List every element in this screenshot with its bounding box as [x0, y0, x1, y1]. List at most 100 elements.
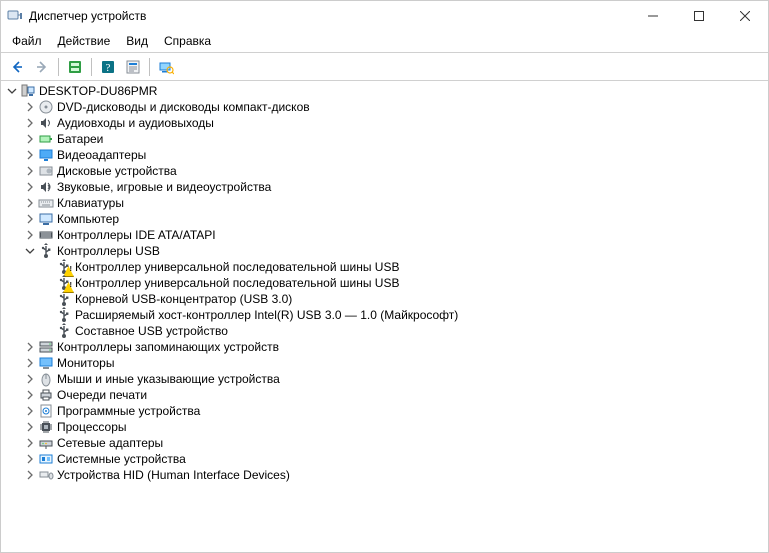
- close-button[interactable]: [722, 1, 768, 31]
- twisty-closed[interactable]: [23, 404, 37, 418]
- monitor-icon: [38, 355, 54, 371]
- twisty-closed[interactable]: [23, 356, 37, 370]
- tree-category-row[interactable]: Контроллеры USB: [23, 243, 768, 259]
- tree-device-label: Составное USB устройство: [75, 323, 228, 339]
- tree-category-label: Контроллеры USB: [57, 243, 160, 259]
- tree-category-row[interactable]: Дисковые устройства: [23, 163, 768, 179]
- tree-root: DESKTOP-DU86PMR DVD-дисководы и дисковод…: [5, 83, 768, 483]
- tree-device-row[interactable]: Корневой USB-концентратор (USB 3.0): [41, 291, 768, 307]
- tree-category-row[interactable]: Программные устройства: [23, 403, 768, 419]
- system-icon: [38, 451, 54, 467]
- tree-category: Аудиовходы и аудиовыходы: [23, 115, 768, 131]
- tree-category-label: Аудиовходы и аудиовыходы: [57, 115, 214, 131]
- tree-device-row[interactable]: Расширяемый хост-контроллер Intel(R) USB…: [41, 307, 768, 323]
- tree-category-row[interactable]: Клавиатуры: [23, 195, 768, 211]
- tree-category: Контроллеры IDE ATA/ATAPI: [23, 227, 768, 243]
- tree-category: Системные устройства: [23, 451, 768, 467]
- twisty-open[interactable]: [23, 244, 37, 258]
- tree-category-row[interactable]: Звуковые, игровые и видеоустройства: [23, 179, 768, 195]
- twisty-closed[interactable]: [23, 372, 37, 386]
- toolbar-properties-button[interactable]: [121, 56, 145, 78]
- twisty-closed[interactable]: [23, 388, 37, 402]
- toolbar-show-hidden-button[interactable]: [63, 56, 87, 78]
- tree-category-label: Звуковые, игровые и видеоустройства: [57, 179, 271, 195]
- twisty-closed[interactable]: [23, 340, 37, 354]
- tree-category: Видеоадаптеры: [23, 147, 768, 163]
- tree-device-row[interactable]: Составное USB устройство: [41, 323, 768, 339]
- toolbar-back-button[interactable]: [5, 56, 29, 78]
- tree-root-row[interactable]: DESKTOP-DU86PMR: [5, 83, 768, 99]
- menu-action[interactable]: Действие: [51, 33, 118, 49]
- twisty-closed[interactable]: [23, 228, 37, 242]
- tree-category-label: Контроллеры IDE ATA/ATAPI: [57, 227, 216, 243]
- tree-category-row[interactable]: Процессоры: [23, 419, 768, 435]
- twisty-closed[interactable]: [23, 116, 37, 130]
- ide-icon: [38, 227, 54, 243]
- tree-category-label: Устройства HID (Human Interface Devices): [57, 467, 290, 483]
- tree-category-row[interactable]: Мыши и иные указывающие устройства: [23, 371, 768, 387]
- tree-category-row[interactable]: Системные устройства: [23, 451, 768, 467]
- minimize-button[interactable]: [630, 1, 676, 31]
- tree-category-row[interactable]: Компьютер: [23, 211, 768, 227]
- twisty-closed[interactable]: [23, 212, 37, 226]
- toolbar-forward-button[interactable]: [30, 56, 54, 78]
- usb-icon: [56, 275, 72, 291]
- tree-device-label: Расширяемый хост-контроллер Intel(R) USB…: [75, 307, 458, 323]
- twisty-closed[interactable]: [23, 132, 37, 146]
- tree-category: Контроллеры запоминающих устройств: [23, 339, 768, 355]
- twisty-closed[interactable]: [23, 452, 37, 466]
- usb-icon: [38, 243, 54, 259]
- tree-category-label: Контроллеры запоминающих устройств: [57, 339, 279, 355]
- tree-category-label: Видеоадаптеры: [57, 147, 146, 163]
- tree-category-row[interactable]: Контроллеры запоминающих устройств: [23, 339, 768, 355]
- tree-category: Устройства HID (Human Interface Devices): [23, 467, 768, 483]
- tree-device-row[interactable]: Контроллер универсальной последовательно…: [41, 275, 768, 291]
- tree-category-row[interactable]: Контроллеры IDE ATA/ATAPI: [23, 227, 768, 243]
- maximize-button[interactable]: [676, 1, 722, 31]
- device-tree[interactable]: DESKTOP-DU86PMR DVD-дисководы и дисковод…: [1, 80, 768, 552]
- toolbar-separator: [91, 58, 92, 76]
- network-icon: [38, 435, 54, 451]
- tree-category-row[interactable]: Сетевые адаптеры: [23, 435, 768, 451]
- menu-view[interactable]: Вид: [119, 33, 155, 49]
- menubar: Файл Действие Вид Справка: [1, 31, 768, 51]
- tree-category-row[interactable]: Видеоадаптеры: [23, 147, 768, 163]
- keyboard-icon: [38, 195, 54, 211]
- twisty-closed[interactable]: [23, 468, 37, 482]
- tree-category-row[interactable]: Мониторы: [23, 355, 768, 371]
- tree-device-label: Контроллер универсальной последовательно…: [75, 259, 399, 275]
- tree-category: Контроллеры USB Контроллер универсальной…: [23, 243, 768, 339]
- software-icon: [38, 403, 54, 419]
- tree-category-row[interactable]: Аудиовходы и аудиовыходы: [23, 115, 768, 131]
- tree-category-label: Компьютер: [57, 211, 119, 227]
- tree-category-label: Очереди печати: [57, 387, 147, 403]
- computer-icon: [38, 211, 54, 227]
- device-manager-window: Диспетчер устройств Файл Действие Вид Сп…: [0, 0, 769, 553]
- drive-icon: [38, 163, 54, 179]
- tree-category: Процессоры: [23, 419, 768, 435]
- tree-category-row[interactable]: Устройства HID (Human Interface Devices): [23, 467, 768, 483]
- tree-category-label: Клавиатуры: [57, 195, 124, 211]
- tree-category-row[interactable]: DVD-дисководы и дисководы компакт-дисков: [23, 99, 768, 115]
- tree-category: Клавиатуры: [23, 195, 768, 211]
- twisty-closed[interactable]: [23, 100, 37, 114]
- twisty-closed[interactable]: [23, 148, 37, 162]
- tree-category: Сетевые адаптеры: [23, 435, 768, 451]
- printer-icon: [38, 387, 54, 403]
- tree-category-label: Батареи: [57, 131, 103, 147]
- twisty-closed[interactable]: [23, 180, 37, 194]
- twisty-closed[interactable]: [23, 436, 37, 450]
- twisty-closed[interactable]: [23, 196, 37, 210]
- menu-help[interactable]: Справка: [157, 33, 218, 49]
- tree-category-row[interactable]: Батареи: [23, 131, 768, 147]
- toolbar-help-button[interactable]: ?: [96, 56, 120, 78]
- tree-device-row[interactable]: Контроллер универсальной последовательно…: [41, 259, 768, 275]
- twisty-closed[interactable]: [23, 164, 37, 178]
- menu-file[interactable]: Файл: [5, 33, 49, 49]
- twisty-closed[interactable]: [23, 420, 37, 434]
- tree-category: Программные устройства: [23, 403, 768, 419]
- tree-category-row[interactable]: Очереди печати: [23, 387, 768, 403]
- tree-category-label: Мыши и иные указывающие устройства: [57, 371, 280, 387]
- twisty-open[interactable]: [5, 84, 19, 98]
- toolbar-scan-button[interactable]: [154, 56, 178, 78]
